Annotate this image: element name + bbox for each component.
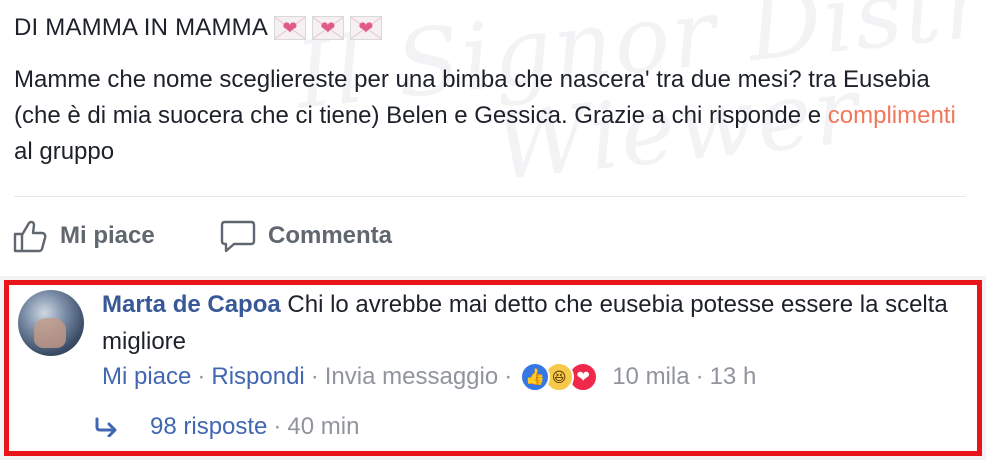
like-reaction-icon: 👍 [520,362,551,392]
replies-row[interactable]: 98 risposte · 40 min [94,410,359,444]
comment-body: Marta de Capoa Chi lo avrebbe mai detto … [102,286,962,360]
like-label: Mi piace [60,222,155,249]
replies-link[interactable]: 98 risposte [150,413,267,441]
heart-letter-icon: ❤ [350,16,383,40]
reactions-summary[interactable]: 👍 😆 ❤ [520,362,599,392]
comment-time[interactable]: 13 h [710,363,757,391]
send-message-link[interactable]: Invia messaggio [325,363,498,391]
heart-letter-icon: ❤ [312,16,345,40]
reaction-count[interactable]: 10 mila [612,363,689,391]
comment-like-link[interactable]: Mi piace [102,363,191,391]
replies-time: 40 min [287,413,360,440]
comment-reply-link[interactable]: Rispondi [211,363,304,391]
thumbs-up-icon [13,220,47,253]
group-title: DI MAMMA IN MAMMA [14,14,269,41]
post-body-end: al gruppo [14,138,115,165]
comment-author[interactable]: Marta de Capoa [102,291,281,318]
post-body: Mamme che nome scegliereste per una bimb… [14,62,974,170]
comment-bubble-icon [220,220,256,253]
comment-button[interactable]: Commenta [220,218,392,254]
reply-arrow-icon [95,417,117,437]
post-title: DI MAMMA IN MAMMA ❤ ❤ ❤ [14,14,383,42]
divider [14,196,966,197]
heart-letter-icon: ❤ [274,16,307,40]
comment-label: Commenta [268,222,393,249]
avatar[interactable] [18,290,84,356]
post-body-highlight[interactable]: complimenti [828,102,956,129]
comment-meta: Mi piace · Rispondi · Invia messaggio · … [102,362,757,392]
post-body-text: Mamme che nome scegliereste per una bimb… [14,66,930,129]
like-button[interactable]: Mi piace [12,218,155,254]
